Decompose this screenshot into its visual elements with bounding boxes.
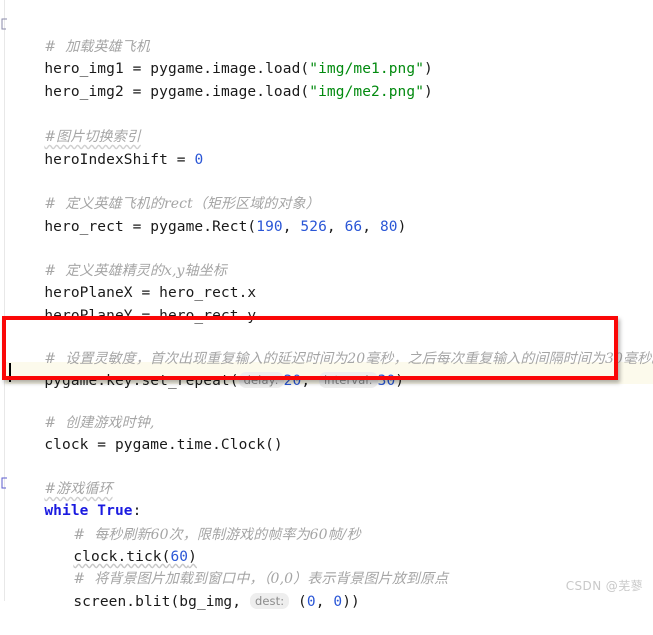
- code-line-6[interactable]: heroIndexShift = 0: [0, 127, 203, 168]
- code-line-22[interactable]: while True:: [0, 478, 141, 519]
- token-dest-open: (: [289, 594, 307, 610]
- token-dest-y: 0: [333, 594, 343, 610]
- token-rect-y: 526: [300, 219, 327, 235]
- code-line-13[interactable]: heroPlaneY = hero_rect.y: [0, 283, 256, 324]
- token-rect-sep2: ,: [326, 219, 345, 235]
- param-hint-dest: dest:: [249, 593, 290, 609]
- code-editor[interactable]: # 加载英雄飞机 hero_img1 = pygame.image.load("…: [0, 0, 653, 610]
- code-line-12[interactable]: heroPlaneX = hero_rect.x: [0, 260, 256, 301]
- code-line-23[interactable]: # 每秒刷新60次，限制游戏的帧率为60帧/秒: [0, 502, 361, 543]
- code-line-25[interactable]: # 将背景图片加载到窗口中，（0,0）表示背景图片放到原点: [0, 546, 448, 587]
- code-line-1[interactable]: # 加载英雄飞机: [0, 14, 150, 55]
- token-hero-img2-close: ): [424, 84, 433, 100]
- param-hint-delay: delay:: [238, 372, 284, 388]
- token-rect-h: 80: [379, 219, 398, 235]
- code-line-18[interactable]: # 创建游戏时钟,: [0, 390, 154, 431]
- token-screen-blit-call: screen.blit(bg_img,: [73, 594, 250, 610]
- token-set-repeat-call: pygame.key.set_repeat(: [44, 373, 239, 389]
- token-hero-rect-call: hero_rect = pygame.Rect(: [44, 219, 257, 235]
- token-dest-comma: ,: [315, 594, 334, 610]
- code-line-24[interactable]: clock.tick(60): [0, 524, 197, 565]
- csdn-watermark: CSDN @芜蓼: [565, 579, 643, 593]
- token-rect-sep3: ,: [362, 219, 380, 235]
- code-line-11[interactable]: # 定义英雄精灵的x,y轴坐标: [0, 238, 227, 279]
- token-heroindexshift-value: 0: [194, 152, 204, 168]
- token-clock-assign: clock = pygame.time.Clock(): [44, 437, 283, 453]
- token-dest-close: )): [342, 594, 360, 610]
- code-line-3[interactable]: hero_img2 = pygame.image.load("img/me2.p…: [0, 59, 433, 100]
- code-line-15[interactable]: # 设置灵敏度，首次出现重复输入的延迟时间为20毫秒，之后每次重复输入的间隔时间…: [0, 326, 653, 367]
- code-line-21[interactable]: #游戏循环: [0, 456, 113, 497]
- code-line-2[interactable]: hero_img1 = pygame.image.load("img/me1.p…: [0, 36, 433, 77]
- code-line-9[interactable]: hero_rect = pygame.Rect(190, 526, 66, 80…: [0, 194, 406, 235]
- token-set-repeat-close: ): [395, 373, 405, 389]
- code-line-8[interactable]: # 定义英雄飞机的rect（矩形区域的对象）: [0, 171, 320, 212]
- token-rect-sep1: ,: [282, 219, 301, 235]
- token-hero-img2-name: hero_img2: [44, 84, 133, 100]
- token-set-repeat-comma: ,: [301, 373, 319, 389]
- token-rect-x: 190: [256, 219, 283, 235]
- token-hero-img2-call: = pygame.image.load(: [132, 84, 310, 100]
- code-line-26[interactable]: screen.blit(bg_img, dest: (0, 0)): [0, 569, 360, 610]
- token-heroindexshift-name: heroIndexShift =: [44, 152, 195, 168]
- token-heroplaney: heroPlaneY = hero_rect.y: [44, 308, 257, 324]
- code-line-5[interactable]: #图片切换索引: [0, 104, 141, 145]
- param-hint-interval: interval:: [319, 372, 378, 388]
- token-rect-close: ): [397, 219, 407, 235]
- token-rect-w: 66: [344, 219, 363, 235]
- text-caret: [9, 363, 11, 382]
- code-line-19[interactable]: clock = pygame.time.Clock(): [0, 412, 283, 453]
- token-dest-x: 0: [306, 594, 316, 610]
- token-interval-value: 30: [377, 373, 396, 389]
- code-line-16[interactable]: pygame.key.set_repeat(delay: 20, interval…: [0, 348, 404, 389]
- token-delay-value: 20: [283, 373, 302, 389]
- token-hero-img2-string: "img/me2.png": [309, 84, 425, 100]
